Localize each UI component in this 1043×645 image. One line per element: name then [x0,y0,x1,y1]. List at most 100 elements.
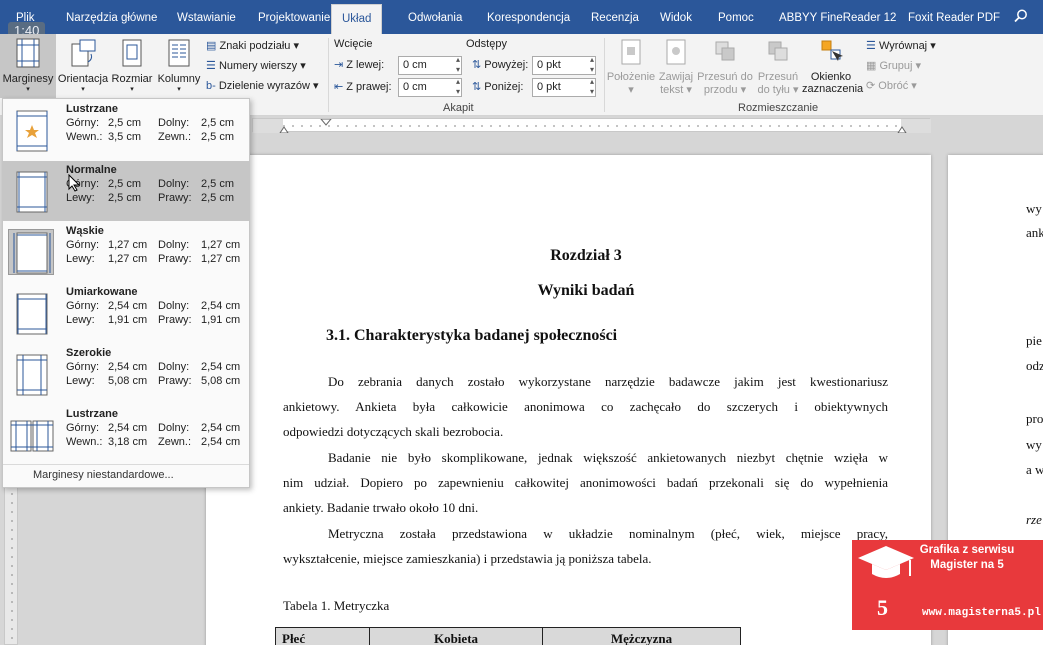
indent-right-label: ⇤ Z prawej: [334,81,392,93]
wrap-text-button[interactable]: Zawijaj tekst ▾ [656,38,696,96]
page2-text-fragment: wy [1026,201,1042,216]
margin-preset-icon [8,290,54,336]
wrap-text-icon [666,39,686,65]
search-icon[interactable] [1014,9,1028,23]
columns-icon [168,39,190,67]
indent-right-icon: ⇤ [334,81,344,93]
tab-narzędzia-główne[interactable]: Narzędzia główne [66,0,157,34]
page2-text-fragment: a w [1026,462,1043,477]
spacing-before-input[interactable]: 0 pkt [532,55,596,75]
breaks-icon: ▤ [206,40,217,52]
page2-text-fragment: pie [1026,333,1042,348]
ribbon-tab-bar: Plik Narzędzia główne Wstawianie Projektowa… [0,0,1043,34]
tab-pomoc[interactable]: Pomoc [718,0,754,34]
tab-odwołania[interactable]: Odwołania [408,0,462,34]
paragraph-line: nim udział. Dopiero po zapewnieniu całko… [283,475,888,490]
margins-icon [16,38,40,68]
rotate-button[interactable]: ⟳ Obróć ▾ [866,77,917,95]
margins-label: Marginesy [2,73,54,85]
paragraph-line: Badanie nie było skomplikowane, jednak w… [328,450,888,465]
divider [604,38,605,112]
columns-label: Kolumny [157,73,201,85]
group-button[interactable]: ▦ Grupuj ▾ [866,57,921,75]
spacing-before-icon: ⇅ [472,59,482,71]
margin-preset-title: Szerokie [66,347,112,359]
page2-text-fragment: ank [1026,225,1043,240]
tab-korespondencja[interactable]: Korespondencja [487,0,570,34]
paragraph-line: ankietowy. Ankieta była całkowicie anoni… [283,399,888,414]
tab-widok[interactable]: Widok [660,0,692,34]
hyphenation-icon: b‐ [206,80,216,92]
tab-układ[interactable]: Układ [331,4,383,34]
page2-text-fragment: pro [1026,411,1043,426]
indent-left-input[interactable]: 0 cm [398,55,462,75]
horizontal-ruler[interactable] [252,118,931,134]
margin-preset-2[interactable]: Wąskie Górny: 1,27 cm Dolny: 1,27 cm Lewy: 1,2… [3,222,249,282]
margin-preset-title: Lustrzane [66,408,118,420]
document-page[interactable]: Rozdział 3 Wyniki badań 3.1. Charakterys… [206,155,931,645]
size-label: Rozmiar [111,73,153,85]
promo-line-1: Grafika z serwisu [919,544,1015,556]
table-header-female: Kobieta [369,627,543,645]
spacing-after-input[interactable]: 0 pkt [532,77,596,97]
tab-recenzja[interactable]: Recenzja [591,0,639,34]
position-button[interactable]: Położenie ▾ [606,38,656,96]
menu-divider [3,464,249,465]
paragraph-3: Metryczna została przedstawiona w układz… [283,521,888,571]
send-backward-button[interactable]: Przesuń do tyłu ▾ [754,38,802,96]
chapter-number: Rozdział 3 [550,247,622,264]
custom-margins-item[interactable]: Marginesy niestandardowe... [33,469,174,481]
tab-abbyy-finereader-12[interactable]: ABBYY FineReader 12 [779,0,896,34]
spacing-before-label: ⇅ Powyżej: [472,59,529,71]
paragraph-line: odpowiedzi dotyczących skali bezrobocia. [283,424,504,439]
margins-button[interactable]: Marginesy ▾ [0,34,56,98]
indent-header: Wcięcie [334,38,373,50]
size-icon [122,39,142,67]
paragraph-line: Do zebrania danych zostało wykorzystane … [328,374,888,389]
indent-left-icon: ⇥ [334,59,344,71]
tab-foxit-reader-pdf[interactable]: Foxit Reader PDF [908,0,1000,34]
bring-forward-icon [715,41,735,61]
line-numbers-button[interactable]: ☰ Numery wierszy ▾ [206,57,306,75]
margin-preset-icon [8,351,54,397]
margin-preset-title: Lustrzane [66,103,118,115]
promo-line-2: Magister na 5 [930,559,1004,571]
columns-button[interactable]: Kolumny ▾ [155,38,203,93]
page2-text-fragment: odz [1026,358,1043,373]
indent-left-label: ⇥ Z lewej: [334,59,385,71]
promo-badge: 5 [877,595,888,620]
paragraph-line: ankiety. Badanie trwało około 10 dni. [283,500,479,515]
spacing-after-icon: ⇅ [472,81,482,93]
promo-banner: Grafika z serwisu Magister na 5 5 www.ma… [852,540,1043,630]
size-button[interactable]: Rozmiar ▾ [110,38,154,93]
orientation-label: Orientacja [57,73,109,85]
paragraph-1: Do zebrania danych zostało wykorzystane … [283,369,888,444]
margin-preset-5[interactable]: Lustrzane Górny: 2,54 cm Dolny: 2,54 cm Wewn.… [3,405,249,465]
position-icon [621,39,641,65]
orientation-button[interactable]: Orientacja ▾ [57,38,109,93]
margin-preset-icon [8,412,54,458]
metrics-table: Płeć Kobieta Mężczyzna [275,627,741,645]
margin-preset-3[interactable]: Umiarkowane Górny: 2,54 cm Dolny: 2,54 cm Lew… [3,283,249,343]
tab-projektowanie[interactable]: Projektowanie [258,0,330,34]
paragraph-2: Badanie nie było skomplikowane, jednak w… [283,445,888,520]
margin-preset-4[interactable]: Szerokie Górny: 2,54 cm Dolny: 2,54 cm Lewy: 5… [3,344,249,404]
align-button[interactable]: ☰ Wyrównaj ▾ [866,37,936,55]
margin-preset-0[interactable]: Lustrzane Górny: 2,5 cm Dolny: 2,5 cm Wewn.: 3… [3,100,249,160]
margin-preset-title: Wąskie [66,225,104,237]
bring-forward-button[interactable]: Przesuń do przodu ▾ [696,38,754,96]
selection-pane-icon [821,40,843,61]
margin-preset-1[interactable]: Normalne Górny: 2,5 cm Dolny: 2,5 cm Lewy: 2,5… [3,161,249,221]
ruler-ticks [253,118,931,134]
breaks-button[interactable]: ▤ Znaki podziału ▾ [206,37,299,55]
page2-text-fragment: rze [1026,512,1042,527]
margin-preset-title: Umiarkowane [66,286,138,298]
selection-pane-button[interactable]: Okienko zaznaczenia [802,38,863,95]
tab-wstawianie[interactable]: Wstawianie [177,0,236,34]
page2-text-fragment: wy [1026,437,1042,452]
paragraph-line: wykształcenie, miejsce zamieszkania) i p… [283,551,652,566]
hyphenation-button[interactable]: b‐ Dzielenie wyrazów ▾ [206,77,319,95]
indent-right-input[interactable]: 0 cm [398,77,462,97]
send-backward-icon [768,41,788,61]
table-header-male: Mężczyzna [542,627,741,645]
